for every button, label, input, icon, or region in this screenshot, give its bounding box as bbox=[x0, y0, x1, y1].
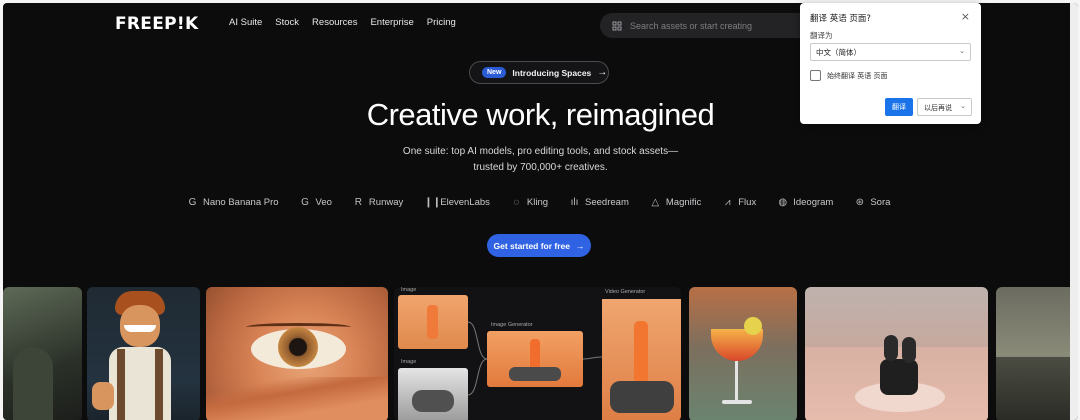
search-bar[interactable] bbox=[600, 13, 820, 38]
freepik-logo[interactable]: FREEP!K bbox=[115, 14, 198, 34]
showcase-gallery: Image Image Generator Image Video Genera… bbox=[3, 287, 1078, 420]
kling-icon: ◌ bbox=[513, 197, 520, 208]
hero-subtitle-line1: One suite: top AI models, pro editing to… bbox=[402, 146, 679, 157]
arrow-right-icon: → bbox=[597, 67, 608, 78]
model-item: R Runway bbox=[353, 197, 403, 208]
model-label: Veo bbox=[315, 197, 332, 208]
gallery-card-earbuds[interactable] bbox=[805, 287, 988, 420]
translate-title: 翻译 英语 页面? bbox=[810, 14, 871, 24]
translate-to-label: 翻译为 bbox=[810, 31, 833, 40]
model-label: Sora bbox=[870, 197, 891, 208]
chevron-down-icon: ⌄ bbox=[959, 47, 965, 55]
sora-icon: ⊛ bbox=[855, 197, 865, 208]
model-label: Kling bbox=[526, 197, 549, 208]
model-label: Runway bbox=[368, 197, 404, 208]
model-item: G Nano Banana Pro bbox=[187, 197, 279, 208]
nav-enterprise[interactable]: Enterprise bbox=[370, 17, 413, 28]
model-item: ılı Seedream bbox=[569, 197, 629, 208]
model-item: ◍ Ideogram bbox=[777, 197, 833, 208]
nav-resources[interactable]: Resources bbox=[312, 17, 357, 28]
model-item: ⊛ Sora bbox=[854, 197, 891, 208]
close-icon[interactable]: × bbox=[961, 10, 970, 23]
model-label: Magnific bbox=[665, 197, 702, 208]
hero-subtitle-line2: trusted by 700,000+ creatives. bbox=[473, 162, 608, 173]
hero-subtitle: One suite: top AI models, pro editing to… bbox=[3, 144, 1078, 176]
page-scrollbar[interactable] bbox=[1070, 3, 1078, 420]
announcement-pill[interactable]: New Introducing Spaces → bbox=[469, 61, 609, 84]
ideogram-icon: ◍ bbox=[778, 197, 788, 208]
gallery-card-eye-closeup[interactable] bbox=[206, 287, 388, 420]
model-label: ElevenLabs bbox=[440, 197, 490, 208]
model-item: G Veo bbox=[300, 197, 332, 208]
later-button[interactable]: 以后再说 ⌄ bbox=[917, 98, 972, 116]
nav-ai-suite[interactable]: AI Suite bbox=[229, 17, 262, 28]
nav-stock[interactable]: Stock bbox=[275, 17, 299, 28]
gallery-card-node-workflow[interactable]: Image Image Generator Image Video Genera… bbox=[394, 287, 681, 420]
translate-popup: 翻译 英语 页面? × 翻译为 中文（简体） ⌄ 始终翻译 英语 页面 翻译 以… bbox=[800, 3, 981, 124]
model-item: △ Magnific bbox=[650, 197, 702, 208]
later-label: 以后再说 bbox=[924, 104, 952, 112]
model-list: G Nano Banana Pro G Veo R Runway ❙❙ ElevenLa… bbox=[187, 197, 911, 208]
language-value: 中文（简体） bbox=[816, 48, 861, 57]
language-select[interactable]: 中文（简体） ⌄ bbox=[810, 43, 971, 61]
node-connector-lines bbox=[467, 321, 603, 396]
model-label: Ideogram bbox=[793, 197, 834, 208]
chevron-down-icon: ⌄ bbox=[960, 102, 966, 110]
gallery-card-cartoon-character[interactable] bbox=[87, 287, 200, 420]
model-label: Nano Banana Pro bbox=[203, 197, 279, 208]
model-label: Seedream bbox=[585, 197, 629, 208]
model-item: ◌ Kling bbox=[511, 197, 548, 208]
google-icon: G bbox=[301, 197, 309, 208]
search-mode-icon bbox=[612, 21, 622, 30]
gallery-card-cocktail[interactable] bbox=[689, 287, 797, 420]
gallery-card-portrait-partial[interactable] bbox=[3, 287, 82, 420]
elevenlabs-icon: ❙❙ bbox=[424, 197, 442, 208]
seedream-icon: ılı bbox=[570, 197, 579, 208]
runway-icon: R bbox=[354, 197, 363, 208]
nav-links: AI Suite Stock Resources Enterprise Pric… bbox=[229, 17, 456, 28]
nav-pricing[interactable]: Pricing bbox=[427, 17, 456, 28]
google-icon: G bbox=[188, 197, 197, 208]
get-started-button[interactable]: Get started for free → bbox=[487, 234, 591, 257]
flux-icon: ⩘ bbox=[724, 197, 731, 208]
announcement-text: Introducing Spaces bbox=[512, 67, 592, 78]
magnific-icon: △ bbox=[651, 197, 660, 208]
new-badge: New bbox=[482, 67, 507, 78]
gallery-card-landscape-partial[interactable] bbox=[996, 287, 1078, 420]
arrow-right-icon: → bbox=[576, 240, 585, 251]
model-item: ❙❙ ElevenLabs bbox=[424, 197, 490, 208]
always-translate-checkbox[interactable] bbox=[810, 70, 821, 81]
search-input[interactable] bbox=[630, 20, 800, 31]
translate-button[interactable]: 翻译 bbox=[885, 98, 913, 116]
always-translate-label: 始终翻译 英语 页面 bbox=[827, 72, 888, 80]
cta-label: Get started for free bbox=[493, 240, 571, 251]
model-label: Flux bbox=[738, 197, 757, 208]
model-item: ⩘ Flux bbox=[722, 197, 756, 208]
